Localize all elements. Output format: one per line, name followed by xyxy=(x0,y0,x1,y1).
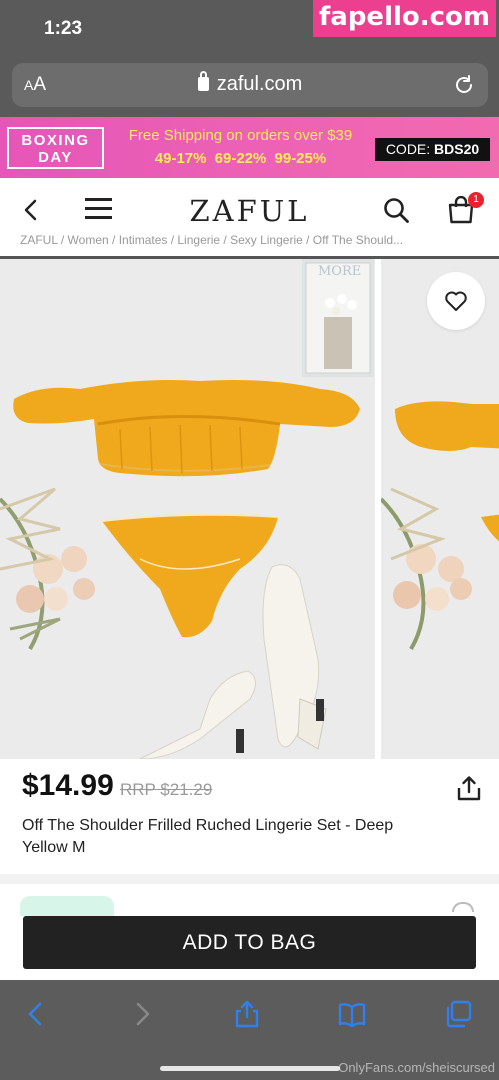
product-photo-next[interactable] xyxy=(381,259,499,759)
boxing-day-badge: BOXING DAY xyxy=(7,127,104,169)
bookmarks-icon[interactable] xyxy=(338,1000,366,1028)
url-bar[interactable]: AA zaful.com xyxy=(12,63,488,107)
browser-url-area: AA zaful.com xyxy=(0,60,499,117)
lock-icon xyxy=(197,71,209,91)
url-display[interactable]: zaful.com xyxy=(12,71,488,96)
share-sheet-icon[interactable] xyxy=(233,1000,261,1028)
bottom-section: ADD TO BAG xyxy=(0,884,499,980)
status-bar: 1:23 fapello.com xyxy=(0,0,499,60)
product-gallery[interactable]: MORE xyxy=(0,259,499,759)
home-indicator[interactable] xyxy=(160,1066,340,1071)
prop-text: MORE xyxy=(318,264,361,279)
product-price: $14.99 xyxy=(22,769,114,802)
watermark-bottom: OnlyFans.com/sheiscursed xyxy=(338,1060,495,1075)
wishlist-button[interactable] xyxy=(427,272,485,330)
site-header: ZAFUL xyxy=(0,178,499,242)
breadcrumb[interactable]: ZAFUL / Women / Intimates / Lingerie / S… xyxy=(0,234,499,256)
product-title: Off The Shoulder Frilled Ruched Lingerie… xyxy=(22,817,394,856)
product-photo-art: MORE xyxy=(0,259,375,759)
cart-count-badge: 1 xyxy=(468,192,484,208)
info-icon[interactable] xyxy=(452,902,474,912)
search-icon[interactable] xyxy=(383,197,410,224)
zaful-logo[interactable]: ZAFUL xyxy=(0,194,499,228)
reload-icon[interactable] xyxy=(452,73,476,97)
tabs-icon[interactable] xyxy=(444,1000,472,1028)
status-time: 1:23 xyxy=(44,18,83,39)
heart-icon xyxy=(445,291,467,311)
url-domain: zaful.com xyxy=(216,73,303,95)
product-photo-main[interactable]: MORE xyxy=(0,259,375,759)
watermark-top: fapello.com xyxy=(312,0,496,37)
promo-text: Free Shipping on orders over $39 49-17% … xyxy=(118,127,363,167)
product-info: $14.99 RRP $21.29 Off The Shoulder Frill… xyxy=(0,759,499,874)
code-value: BDS20 xyxy=(434,141,480,157)
boxing-line1: BOXING xyxy=(21,132,90,149)
add-to-bag-button[interactable]: ADD TO BAG xyxy=(23,916,476,969)
back-icon[interactable] xyxy=(22,1000,50,1028)
product-rrp: RRP $21.29 xyxy=(120,780,213,799)
discount-tiers: 49-17% 69-22% 99-25% xyxy=(154,150,327,167)
code-label: CODE: xyxy=(385,141,431,157)
free-shipping-text: Free Shipping on orders over $39 xyxy=(128,127,353,144)
share-icon[interactable] xyxy=(456,775,482,801)
promo-tag xyxy=(20,896,114,916)
product-photo-next-art xyxy=(381,259,499,759)
forward-icon[interactable] xyxy=(128,1000,156,1028)
promo-code: CODE: BDS20 xyxy=(375,138,490,161)
boxing-line2: DAY xyxy=(38,149,73,166)
section-divider xyxy=(0,874,499,884)
